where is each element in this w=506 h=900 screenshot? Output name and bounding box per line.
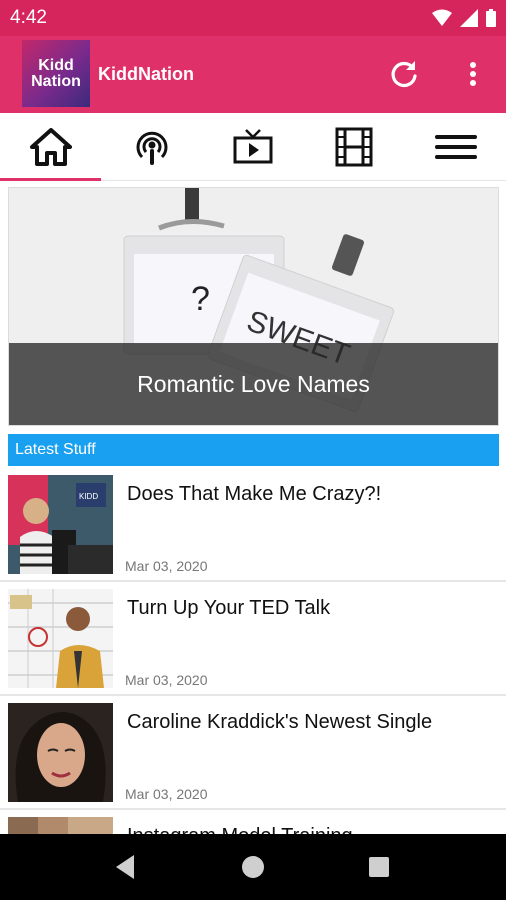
more-vert-icon: [470, 62, 476, 86]
tv-icon: [233, 128, 272, 163]
tab-menu[interactable]: [405, 113, 506, 180]
article-date: Mar 03, 2020: [125, 558, 208, 574]
tab-podcast[interactable]: [101, 113, 202, 180]
article-item[interactable]: KIDD Does That Make Me Crazy?! Mar 03, 2…: [0, 469, 506, 582]
article-item[interactable]: Caroline Kraddick's Newest Single Mar 03…: [0, 697, 506, 810]
main-content[interactable]: ? SWEET Romantic Love Names Latest Stuff…: [0, 181, 506, 834]
status-bar: 4:42: [0, 0, 506, 36]
article-title: Does That Make Me Crazy?!: [127, 483, 382, 505]
card-question-text: ?: [191, 280, 210, 318]
more-options-button[interactable]: [458, 56, 488, 92]
menu-icon: [434, 134, 477, 159]
article-thumbnail: [8, 703, 113, 802]
article-thumbnail: [8, 589, 113, 688]
film-icon: [335, 127, 372, 166]
article-thumbnail: KIDD: [8, 475, 113, 574]
app-logo: Kidd Nation: [22, 40, 90, 107]
app-bar: Kidd Nation KiddNation: [0, 36, 506, 113]
tab-film[interactable]: [303, 113, 404, 180]
battery-icon: [486, 9, 496, 27]
article-date: Mar 03, 2020: [125, 786, 208, 802]
article-thumbnail: [8, 817, 113, 834]
status-icons: [432, 8, 496, 28]
article-title: Instagram Model Training: [127, 825, 353, 834]
recents-button[interactable]: [363, 851, 395, 883]
refresh-icon: [391, 61, 417, 88]
article-title: Caroline Kraddick's Newest Single: [127, 711, 433, 733]
logo-line-1: Kidd: [38, 56, 74, 74]
featured-story[interactable]: ? SWEET Romantic Love Names: [8, 187, 499, 426]
back-icon: [116, 855, 134, 879]
refresh-button[interactable]: [386, 56, 422, 92]
back-button[interactable]: [110, 851, 142, 883]
featured-caption-bar: Romantic Love Names: [9, 343, 498, 425]
wifi-icon: [432, 9, 452, 26]
tab-tv[interactable]: [202, 113, 303, 180]
app-title: KiddNation: [98, 64, 194, 84]
home-circle-icon: [242, 856, 264, 878]
latest-stuff-header: Latest Stuff: [8, 434, 499, 466]
article-title: Turn Up Your TED Talk: [127, 597, 331, 619]
system-nav-bar: [0, 834, 506, 900]
article-item[interactable]: Instagram Model Training: [0, 811, 506, 834]
recents-icon: [369, 857, 389, 877]
status-time: 4:42: [10, 7, 47, 28]
article-date: Mar 03, 2020: [125, 672, 208, 688]
svg-text:KIDD: KIDD: [79, 492, 98, 501]
home-button[interactable]: [237, 851, 269, 883]
tab-home[interactable]: [0, 113, 101, 181]
featured-caption: Romantic Love Names: [137, 370, 370, 397]
signal-icon: [460, 9, 478, 27]
home-icon: [29, 127, 72, 166]
article-item[interactable]: Turn Up Your TED Talk Mar 03, 2020: [0, 583, 506, 696]
podcast-icon: [136, 131, 167, 165]
logo-line-2: Nation: [31, 72, 81, 90]
tab-bar: [0, 113, 506, 181]
